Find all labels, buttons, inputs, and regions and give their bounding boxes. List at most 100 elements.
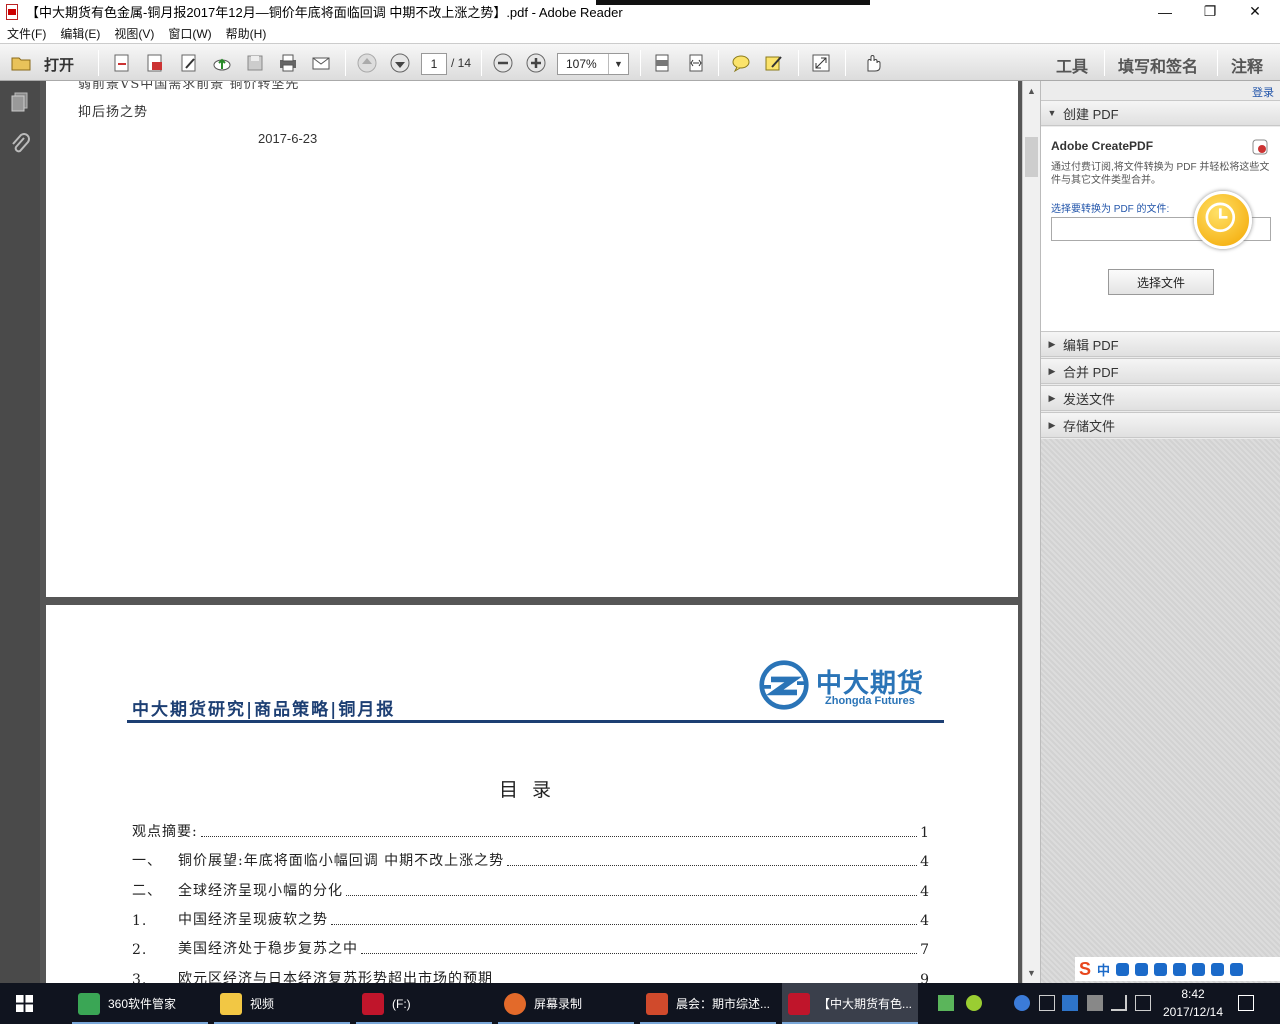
section-store-files[interactable]: ▶ 存储文件 xyxy=(1041,412,1280,438)
attachments-icon[interactable] xyxy=(9,133,31,155)
browser-tray-icon[interactable] xyxy=(1014,995,1030,1011)
ime-toolbar[interactable]: S 中 xyxy=(1075,957,1280,981)
create-pdf-icon[interactable] xyxy=(110,51,134,75)
toc-entry-text: 美国经济处于稳步复苏之中 xyxy=(178,941,358,957)
taskbar-item-drive[interactable]: (F:) xyxy=(356,983,492,1024)
section-combine-pdf[interactable]: ▶ 合并 PDF xyxy=(1041,358,1280,384)
vertical-scrollbar[interactable]: ▲ ▼ xyxy=(1022,81,1040,983)
email-icon[interactable] xyxy=(309,51,333,75)
chevron-down-icon[interactable]: ▼ xyxy=(608,54,628,74)
zoom-select[interactable]: 107% ▼ xyxy=(557,53,629,75)
menu-view[interactable]: 视图(V) xyxy=(107,25,161,42)
comment-icon[interactable] xyxy=(729,51,753,75)
volume-icon[interactable] xyxy=(1111,995,1127,1011)
zoom-out-icon[interactable] xyxy=(491,51,515,75)
keyboard-icon[interactable] xyxy=(1173,962,1187,976)
toc-entry-number: 二、 xyxy=(132,883,162,899)
toc-row[interactable]: 2. 美国经济处于稳步复苏之中 7 xyxy=(132,938,930,958)
menu-help[interactable]: 帮助(H) xyxy=(219,25,274,42)
page-number-input[interactable]: 1 xyxy=(421,53,447,75)
next-page-icon[interactable] xyxy=(388,51,412,75)
taskbar-item-video[interactable]: 视频 xyxy=(214,983,350,1024)
taskbar-item-adobe-reader[interactable]: 【中大期货有色... xyxy=(782,983,918,1024)
microphone-icon[interactable] xyxy=(1154,962,1168,976)
scroll-down-icon[interactable]: ▼ xyxy=(1023,965,1040,981)
toc-row[interactable]: 1. 中国经济呈现疲软之势 4 xyxy=(132,909,930,929)
panel-empty-area xyxy=(1041,439,1280,983)
zhongda-logo-icon xyxy=(759,660,809,710)
toc-row[interactable]: 3. 欧元区经济与日本经济复苏形势超出市场的预期 9 xyxy=(132,968,930,983)
menu-window[interactable]: 窗口(W) xyxy=(161,25,218,42)
title-bar: 【中大期货有色金属-铜月报2017年12月—铜价年底将面临回调 中期不改上涨之势… xyxy=(0,0,1280,23)
edit-pdf-icon[interactable] xyxy=(177,51,201,75)
network-icon[interactable] xyxy=(1135,995,1151,1011)
document-area[interactable]: 弱前景VS中国需求前景 铜价转坚先 抑后扬之势 2017-6-23 中大期货研究… xyxy=(40,81,1022,983)
wrench-icon[interactable] xyxy=(1230,962,1244,976)
section-edit-pdf[interactable]: ▶ 编辑 PDF xyxy=(1041,331,1280,357)
full-screen-icon[interactable] xyxy=(809,51,833,75)
powerpoint-icon xyxy=(646,992,668,1015)
punctuation-icon[interactable] xyxy=(1116,962,1130,976)
scrollbar-thumb[interactable] xyxy=(1025,137,1038,177)
clock-time[interactable]: 8:42 xyxy=(1168,987,1218,1001)
toc-row[interactable]: 二、 全球经济呈现小幅的分化 4 xyxy=(132,880,930,900)
collapsed-arrow-icon: ▶ xyxy=(1048,338,1056,349)
clock-icon[interactable] xyxy=(1194,191,1252,249)
tab-fill-sign[interactable]: 填写和签名 xyxy=(1118,53,1198,77)
close-button[interactable]: ✕ xyxy=(1232,0,1278,23)
collapsed-arrow-icon: ▶ xyxy=(1048,419,1056,430)
save-icon[interactable] xyxy=(243,51,267,75)
device-tray-icon[interactable] xyxy=(1039,995,1055,1011)
fit-width-icon[interactable] xyxy=(684,51,708,75)
choose-file-button[interactable]: 选择文件 xyxy=(1108,269,1214,295)
open-folder-icon[interactable] xyxy=(9,51,33,75)
section-send-files[interactable]: ▶ 发送文件 xyxy=(1041,385,1280,411)
sogou-ime-icon[interactable]: S xyxy=(1079,959,1091,980)
shirt-icon[interactable] xyxy=(1211,962,1225,976)
section-label: 发送文件 xyxy=(1063,391,1116,407)
emoji-icon[interactable] xyxy=(1135,962,1149,976)
highlight-icon[interactable] xyxy=(762,51,786,75)
toc-entry-number: 1. xyxy=(132,913,148,929)
printer-tray-icon[interactable] xyxy=(1087,995,1103,1011)
menu-file[interactable]: 文件(F) xyxy=(0,25,53,42)
open-button[interactable]: 打开 xyxy=(44,54,74,75)
taskbar-item-screen-record[interactable]: 屏幕录制 xyxy=(498,983,634,1024)
taskbar-item-label: 晨会：期市综述... xyxy=(676,997,771,1011)
fit-page-icon[interactable] xyxy=(650,51,674,75)
section-create-pdf[interactable]: ▼ 创建 PDF xyxy=(1041,100,1280,126)
print-icon[interactable] xyxy=(276,51,300,75)
menu-edit[interactable]: 编辑(E) xyxy=(53,25,107,42)
toc-leader xyxy=(507,865,918,866)
export-pdf-icon[interactable] xyxy=(143,51,167,75)
sign-in-link[interactable]: 登录 xyxy=(1252,84,1274,100)
battery-tray-icon[interactable] xyxy=(938,995,954,1011)
tab-tools[interactable]: 工具 xyxy=(1056,53,1088,77)
skin-icon[interactable] xyxy=(1192,962,1206,976)
toc-row[interactable]: 观点摘要: 1 xyxy=(132,821,930,841)
toc-row[interactable]: 一、 铜价展望:年底将面临小幅回调 中期不改上涨之势 4 xyxy=(132,850,930,870)
zoom-value: 107% xyxy=(566,57,597,71)
toolbar-separator xyxy=(1104,50,1105,76)
upload-cloud-icon[interactable] xyxy=(210,51,234,75)
minimize-button[interactable]: — xyxy=(1142,0,1188,23)
scroll-up-icon[interactable]: ▲ xyxy=(1023,83,1040,99)
previous-page-icon[interactable] xyxy=(355,51,379,75)
start-button[interactable] xyxy=(0,983,48,1024)
toc-page-number: 9 xyxy=(920,972,930,983)
maximize-button[interactable]: ❐ xyxy=(1187,0,1233,23)
page-thumbnails-icon[interactable] xyxy=(9,91,31,113)
clock-date[interactable]: 2017/12/14 xyxy=(1154,1005,1232,1019)
section-label: 存储文件 xyxy=(1063,418,1116,434)
taskbar-item-360[interactable]: 360软件管家 xyxy=(72,983,208,1024)
zoom-in-icon[interactable] xyxy=(524,51,548,75)
toc-leader xyxy=(200,836,918,837)
qq-tray-icon[interactable] xyxy=(1062,995,1078,1011)
toc-entry-text: 全球经济呈现小幅的分化 xyxy=(178,883,343,899)
hand-tool-icon[interactable] xyxy=(860,51,884,75)
taskbar-item-powerpoint[interactable]: 晨会：期市综述... xyxy=(640,983,776,1024)
notification-icon[interactable] xyxy=(1238,995,1254,1011)
ime-mode-toggle[interactable]: 中 xyxy=(1097,960,1110,979)
tab-comment[interactable]: 注释 xyxy=(1231,53,1263,77)
360-tray-icon[interactable] xyxy=(966,995,982,1011)
